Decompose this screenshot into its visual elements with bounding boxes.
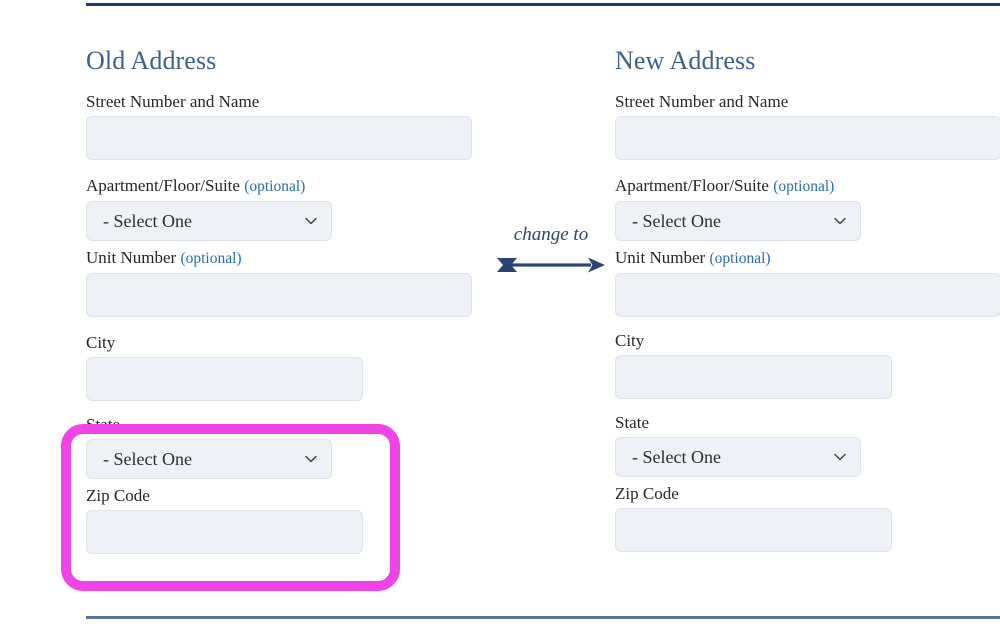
old-street-label: Street Number and Name [86,92,260,111]
new-apartment-label: Apartment/Floor/Suite (optional) [615,176,1000,197]
old-state-select-value: - Select One [103,448,192,469]
old-address-heading: Old Address [86,46,217,75]
old-street-field: Street Number and Name [86,92,476,160]
old-unit-optional-tag: (optional) [180,250,242,267]
chevron-down-icon [834,217,846,225]
old-apartment-optional-tag: (optional) [244,178,306,195]
new-unit-input[interactable] [615,273,1000,317]
address-change-form: Old Address Street Number and Name Apart… [0,0,1000,631]
old-zip-input[interactable] [86,510,363,554]
bottom-divider [86,616,1000,619]
old-city-input[interactable] [86,357,363,401]
old-unit-field: Unit Number (optional) [86,248,476,317]
old-apartment-label-text: Apartment/Floor/Suite [86,176,240,195]
new-street-label: Street Number and Name [615,92,789,111]
change-to-label: change to [513,224,589,245]
old-unit-label: Unit Number (optional) [86,248,476,269]
new-city-input[interactable] [615,355,892,399]
new-unit-field: Unit Number (optional) [615,248,1000,317]
old-zip-field: Zip Code [86,486,476,554]
new-state-select-value: - Select One [632,446,721,467]
old-apartment-label: Apartment/Floor/Suite (optional) [86,176,476,197]
chevron-down-icon [834,453,846,461]
old-city-field: City [86,333,476,401]
new-city-label: City [615,331,645,350]
old-state-label: State [86,415,120,434]
old-unit-input[interactable] [86,273,472,317]
old-address-column: Old Address Street Number and Name Apart… [86,46,476,554]
new-apartment-select[interactable]: - Select One [615,201,861,241]
arrow-container [495,255,607,275]
new-city-field: City [615,331,1000,399]
chevron-down-icon [305,217,317,225]
old-state-field: State - Select One [86,415,476,479]
old-apartment-select-value: - Select One [103,210,192,231]
old-unit-label-text: Unit Number [86,248,177,267]
new-street-field: Street Number and Name [615,92,1000,160]
new-unit-label-text: Unit Number [615,248,706,267]
arrow-right-icon [497,257,605,273]
new-apartment-select-value: - Select One [632,210,721,231]
new-address-column: New Address Street Number and Name Apart… [615,46,1000,552]
new-state-field: State - Select One [615,413,1000,477]
change-to-connector: change to [495,224,607,275]
new-state-label: State [615,413,649,432]
old-city-label: City [86,333,116,352]
old-state-select[interactable]: - Select One [86,439,332,479]
new-unit-optional-tag: (optional) [709,250,771,267]
new-apartment-optional-tag: (optional) [773,178,835,195]
new-unit-label: Unit Number (optional) [615,248,1000,269]
new-zip-input[interactable] [615,508,892,552]
old-street-input[interactable] [86,116,472,160]
top-divider [86,3,1000,6]
new-state-select[interactable]: - Select One [615,437,861,477]
chevron-down-icon [305,455,317,463]
new-address-heading: New Address [615,46,756,75]
new-zip-field: Zip Code [615,484,1000,552]
new-apartment-field: Apartment/Floor/Suite (optional) - Selec… [615,176,1000,241]
new-street-input[interactable] [615,116,1000,160]
new-zip-label: Zip Code [615,484,679,503]
old-apartment-field: Apartment/Floor/Suite (optional) - Selec… [86,176,476,241]
new-apartment-label-text: Apartment/Floor/Suite [615,176,769,195]
old-zip-label: Zip Code [86,486,150,505]
old-apartment-select[interactable]: - Select One [86,201,332,241]
